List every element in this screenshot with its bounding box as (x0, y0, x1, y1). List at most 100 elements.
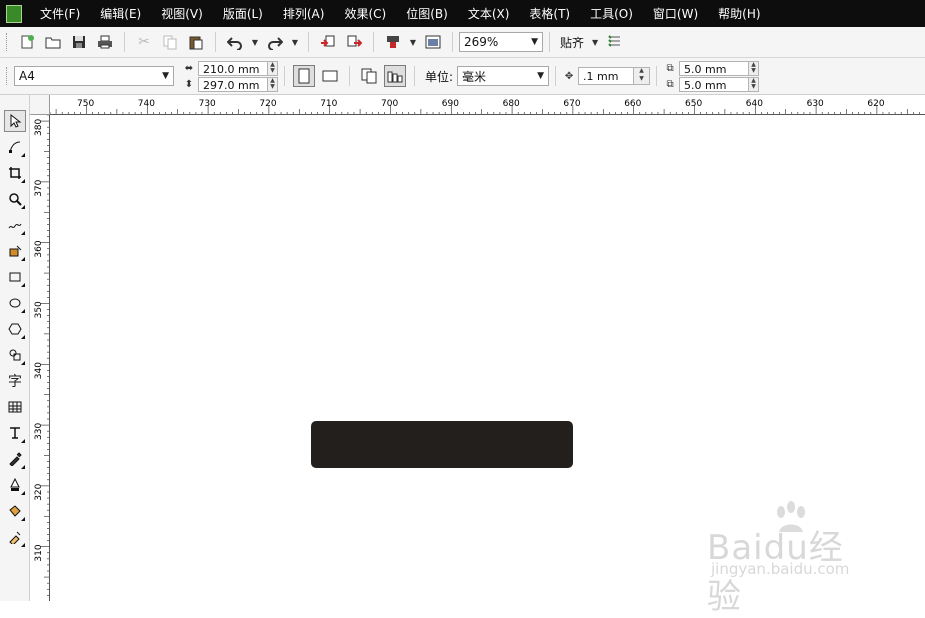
landscape-button[interactable] (319, 65, 341, 87)
app-launcher-dropdown-icon[interactable]: ▼ (408, 31, 418, 53)
page-size-select[interactable]: A4 ▼ (14, 66, 174, 86)
basic-shapes-tool-icon[interactable] (4, 344, 26, 366)
zoom-level-select[interactable]: 269% ▼ (459, 32, 543, 52)
toolbar-separator (284, 66, 285, 86)
toolbar-separator (656, 66, 658, 86)
current-page-icon (387, 71, 403, 83)
page-height-field[interactable]: 297.0 mm (198, 76, 268, 92)
toolbar-grip[interactable] (6, 33, 10, 51)
pick-tool-icon[interactable] (4, 110, 26, 132)
portrait-button[interactable] (293, 65, 315, 87)
menu-layout[interactable]: 版面(L) (213, 5, 273, 22)
ruler-label: 700 (381, 99, 398, 109)
all-pages-button[interactable] (358, 65, 380, 87)
ruler-label: 630 (807, 99, 824, 109)
app-launcher-icon[interactable] (382, 31, 404, 53)
page-width-spin[interactable]: ▲ ▼ (268, 60, 278, 76)
duplicate-x-field[interactable]: 5.0 mm (679, 60, 750, 76)
menu-bitmaps[interactable]: 位图(B) (396, 5, 458, 22)
toolbar-grip[interactable] (6, 67, 10, 85)
redo-dropdown-icon[interactable]: ▼ (290, 31, 300, 53)
duplicate-y-stepper[interactable]: ⧉ 5.0 mm ▲ ▼ (663, 76, 760, 92)
outline-pen-tool-icon[interactable] (4, 474, 26, 496)
ruler-label: 720 (259, 99, 276, 109)
duplicate-y-spin[interactable]: ▲ ▼ (749, 76, 760, 92)
page-width-stepper[interactable]: ⬌ 210.0 mm ▲ ▼ (182, 60, 278, 76)
eyedropper-tool-icon[interactable] (4, 448, 26, 470)
current-page-button[interactable] (384, 65, 406, 87)
smart-fill-tool-icon[interactable] (4, 240, 26, 262)
cut-icon[interactable]: ✂ (133, 31, 155, 53)
fill-tool-icon[interactable] (4, 500, 26, 522)
nudge-distance-spin[interactable]: ▲ ▼ (634, 67, 651, 85)
redo-icon[interactable] (264, 31, 286, 53)
menu-tools[interactable]: 工具(O) (580, 5, 643, 22)
ruler-label: 690 (442, 99, 459, 109)
page-width-field[interactable]: 210.0 mm (198, 60, 268, 76)
undo-dropdown-icon[interactable]: ▼ (250, 31, 260, 53)
ruler-origin[interactable] (30, 95, 50, 115)
crop-tool-icon[interactable] (4, 162, 26, 184)
copy-icon[interactable] (159, 31, 181, 53)
ruler-label: 680 (503, 99, 520, 109)
table-tool-icon[interactable] (4, 396, 26, 418)
zoom-level-value: 269% (464, 35, 499, 49)
toolbar-separator (414, 66, 415, 86)
ruler-label: 710 (320, 99, 337, 109)
text-tool-icon[interactable]: 字 (4, 370, 26, 392)
unit-select[interactable]: 毫米 ▼ (457, 66, 550, 86)
menu-view[interactable]: 视图(V) (151, 5, 213, 22)
ellipse-tool-icon[interactable] (4, 292, 26, 314)
shape-tool-icon[interactable] (4, 136, 26, 158)
horizontal-ruler[interactable]: 750 740 730 720 710 700 690 680 670 660 650 640 630 6… (50, 95, 925, 115)
toolbar-separator (215, 32, 216, 52)
welcome-screen-icon[interactable] (422, 31, 444, 53)
snap-dropdown-icon[interactable]: ▼ (590, 31, 600, 53)
menu-arrange[interactable]: 排列(A) (273, 5, 335, 22)
interactive-fill-tool-icon[interactable] (4, 526, 26, 548)
app-logo-icon[interactable] (6, 4, 22, 23)
rounded-rectangle-shape[interactable] (311, 421, 573, 468)
nudge-distance-field[interactable]: .1 mm (578, 67, 635, 85)
duplicate-y-field[interactable]: 5.0 mm (679, 76, 750, 92)
unit-label: 单位: (425, 69, 454, 84)
toolbar-separator (373, 32, 374, 52)
dimension-tool-icon[interactable] (4, 422, 26, 444)
paste-icon[interactable] (185, 31, 207, 53)
snap-to-button[interactable]: 贴齐 (560, 34, 584, 51)
import-icon[interactable] (317, 31, 339, 53)
save-icon[interactable] (68, 31, 90, 53)
toolbar-separator (124, 32, 125, 52)
duplicate-distance: ⧉ 5.0 mm ▲ ▼ ⧉ 5.0 mm ▲ ▼ (663, 60, 760, 92)
toolbar-separator (555, 66, 557, 86)
undo-icon[interactable] (224, 31, 246, 53)
open-icon[interactable] (42, 31, 64, 53)
menu-window[interactable]: 窗口(W) (643, 5, 708, 22)
ruler-label: 730 (199, 99, 216, 109)
export-icon[interactable] (343, 31, 365, 53)
nudge-distance-stepper[interactable]: ✥ .1 mm ▲ ▼ (562, 67, 651, 85)
rectangle-tool-icon[interactable] (4, 266, 26, 288)
ruler-label: 750 (77, 99, 94, 109)
menu-help[interactable]: 帮助(H) (708, 5, 770, 22)
freehand-tool-icon[interactable] (4, 214, 26, 236)
vertical-ruler[interactable]: 380370360350340330320310 (30, 115, 50, 601)
page-height-spin[interactable]: ▲ ▼ (268, 76, 278, 92)
duplicate-x-stepper[interactable]: ⧉ 5.0 mm ▲ ▼ (663, 60, 760, 76)
chevron-down-icon: ▼ (531, 37, 538, 47)
new-icon[interactable] (16, 31, 38, 53)
zoom-tool-icon[interactable] (4, 188, 26, 210)
menu-effects[interactable]: 效果(C) (334, 5, 396, 22)
menu-file[interactable]: 文件(F) (30, 5, 90, 22)
menu-table[interactable]: 表格(T) (519, 5, 580, 22)
toolbar-separator (452, 32, 453, 52)
duplicate-y-icon: ⧉ (666, 78, 674, 90)
menu-text[interactable]: 文本(X) (458, 5, 520, 22)
snap-options-icon[interactable] (604, 31, 626, 53)
page-height-stepper[interactable]: ⬍ 297.0 mm ▲ ▼ (182, 76, 278, 92)
polygon-tool-icon[interactable] (4, 318, 26, 340)
watermark-url: jingyan.baidu.com (711, 560, 850, 578)
menu-edit[interactable]: 编辑(E) (90, 5, 151, 22)
print-icon[interactable] (94, 31, 116, 53)
duplicate-x-spin[interactable]: ▲ ▼ (749, 60, 760, 76)
